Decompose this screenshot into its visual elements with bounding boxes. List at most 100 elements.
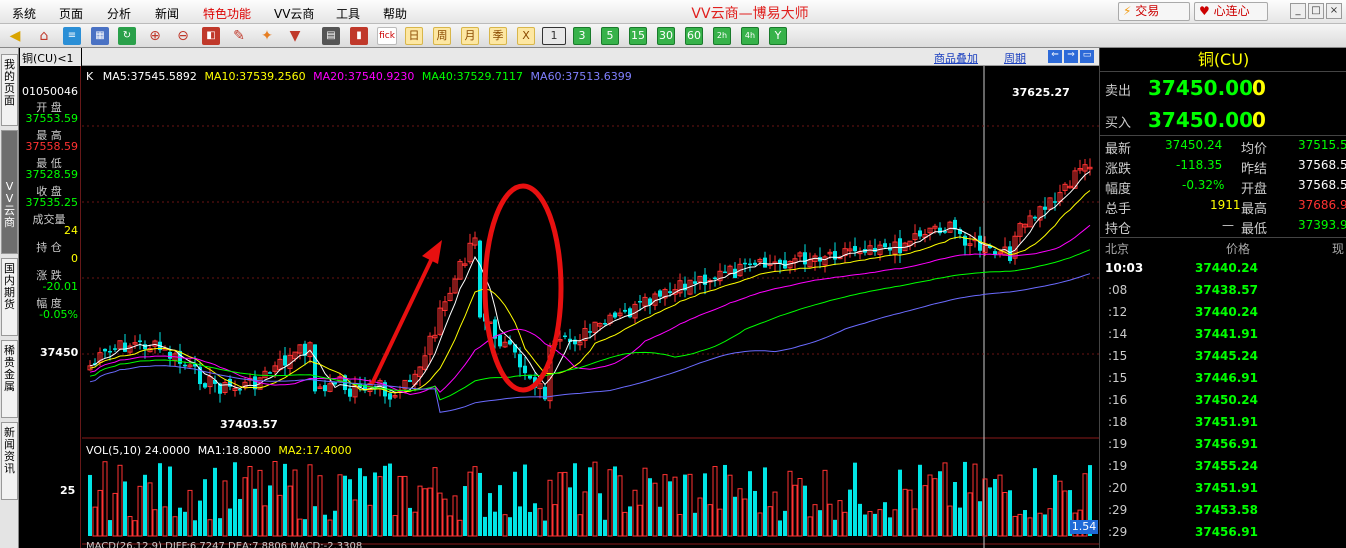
pen-icon[interactable]: ✎ bbox=[230, 27, 248, 45]
candle-body bbox=[498, 334, 502, 347]
tab-my-page[interactable]: 我的页面 bbox=[1, 54, 18, 126]
trade-button[interactable]: ⚡ 交易 bbox=[1118, 2, 1190, 21]
price-grid bbox=[82, 125, 1099, 355]
menu-help[interactable]: 帮助 bbox=[383, 5, 407, 22]
volume-bar bbox=[592, 461, 598, 537]
candle-body bbox=[918, 230, 922, 237]
table-icon[interactable]: ▤ bbox=[322, 27, 340, 45]
volume-bar bbox=[467, 471, 473, 537]
paint-icon[interactable]: ✦ bbox=[258, 27, 276, 45]
period-30m-button[interactable]: 30 bbox=[657, 27, 675, 45]
symbol-tab[interactable]: 铜(CU)<1分> bbox=[20, 48, 81, 81]
daily-button[interactable]: 日 bbox=[405, 27, 423, 45]
open-value: 37568.5 bbox=[1298, 178, 1346, 192]
refresh-icon[interactable]: ↻ bbox=[118, 27, 136, 45]
period-60m-button[interactable]: 60 bbox=[685, 27, 703, 45]
zoom-in-icon[interactable]: ⊕ bbox=[146, 27, 164, 45]
volume-bar bbox=[918, 464, 922, 536]
tick-row: :20 37451.91 bbox=[1100, 478, 1346, 500]
tab-news[interactable]: 新闻资讯 bbox=[1, 422, 18, 500]
menu-tools[interactable]: 工具 bbox=[336, 5, 360, 22]
kline-chart[interactable] bbox=[82, 66, 1099, 548]
candle-body bbox=[283, 355, 287, 366]
period-4h-button[interactable]: 4h bbox=[741, 27, 759, 45]
prev-label: 昨结 bbox=[1241, 162, 1268, 177]
weekly-button[interactable]: 周 bbox=[433, 27, 451, 45]
candle-body bbox=[938, 227, 942, 234]
grid-icon[interactable]: ▦ bbox=[91, 27, 109, 45]
volume-bar bbox=[488, 493, 492, 536]
x-button[interactable]: X bbox=[517, 27, 535, 45]
home-icon[interactable]: ⌂ bbox=[35, 27, 53, 45]
tick-time: :14 bbox=[1108, 327, 1128, 341]
tab-domestic-futures[interactable]: 国内期货 bbox=[1, 258, 18, 336]
volume-bar bbox=[867, 511, 873, 537]
period-2h-button[interactable]: 2h bbox=[713, 27, 731, 45]
sell-qty: 0 bbox=[1252, 76, 1266, 100]
back-arrow-icon[interactable]: ◀ bbox=[6, 27, 24, 45]
volume-bar bbox=[662, 474, 668, 537]
ma40-value: MA40:37529.7117 bbox=[421, 70, 524, 83]
candle-body bbox=[518, 354, 522, 368]
bar-info-panel: 铜(CU)<1分> 01050046 开 盘 37553.59 最 高 3755… bbox=[20, 48, 81, 548]
volume-bar bbox=[1017, 513, 1023, 537]
ma20-value: MA20:37540.9230 bbox=[313, 70, 415, 83]
zoom-out-icon[interactable]: ⊖ bbox=[174, 27, 192, 45]
hands-value: 1911 bbox=[1210, 198, 1241, 212]
change-value: -20.01 bbox=[42, 280, 78, 293]
volume-bar bbox=[277, 494, 283, 537]
volume-bar bbox=[283, 463, 287, 536]
window-icon[interactable]: ▭ bbox=[1080, 50, 1094, 63]
period-button[interactable]: 周期 bbox=[1004, 50, 1026, 66]
heart-connect-button[interactable]: ♥ 心连心 bbox=[1194, 2, 1268, 21]
period-1m-button[interactable]: 1 bbox=[542, 27, 566, 45]
period-5m-button[interactable]: 5 bbox=[601, 27, 619, 45]
period-15m-button[interactable]: 15 bbox=[629, 27, 647, 45]
volume-bar bbox=[557, 472, 563, 537]
tick-button[interactable]: fick bbox=[377, 27, 397, 45]
volume-bar bbox=[997, 474, 1003, 537]
volume-bar bbox=[922, 485, 928, 537]
volume-bar bbox=[562, 471, 568, 537]
volume-bar bbox=[1047, 508, 1053, 537]
period-3m-button[interactable]: 3 bbox=[573, 27, 591, 45]
tab-precious-metals[interactable]: 稀贵金属 bbox=[1, 340, 18, 418]
layers-icon[interactable]: ◧ bbox=[202, 27, 220, 45]
volume-bar bbox=[748, 471, 752, 536]
volume-bar bbox=[213, 467, 217, 536]
candle-body bbox=[803, 252, 807, 265]
menu-news[interactable]: 新闻 bbox=[155, 5, 179, 22]
volume-bar bbox=[422, 488, 428, 537]
menu-analysis[interactable]: 分析 bbox=[107, 5, 131, 22]
volume-bar bbox=[518, 506, 522, 536]
overlay-button[interactable]: 商品叠加 bbox=[934, 50, 978, 66]
volume-bar bbox=[292, 469, 298, 537]
candles-group bbox=[87, 158, 1093, 409]
filter-icon[interactable]: ▼ bbox=[286, 27, 304, 45]
candle-body bbox=[388, 393, 392, 400]
volume-bar bbox=[767, 506, 773, 537]
period-year-button[interactable]: Y bbox=[769, 27, 787, 45]
menu-features[interactable]: 特色功能 bbox=[203, 5, 251, 22]
volume-bar bbox=[888, 517, 892, 536]
chart-area[interactable]: 商品叠加 周期 ⇐ ⇒ ▭ K MA5:37545.5892 MA10:3753… bbox=[40, 48, 1099, 548]
menu-system[interactable]: 系统 bbox=[12, 5, 36, 22]
minimize-icon[interactable]: _ bbox=[1290, 3, 1306, 19]
candles-icon[interactable]: ▮ bbox=[350, 27, 368, 45]
list-icon[interactable]: ≡ bbox=[63, 27, 81, 45]
menu-vv[interactable]: VV云商 bbox=[274, 5, 314, 22]
menu-page[interactable]: 页面 bbox=[59, 5, 83, 22]
candle-body bbox=[613, 312, 617, 318]
left-arrow-icon[interactable]: ⇐ bbox=[1048, 50, 1062, 63]
volume-bar bbox=[723, 464, 727, 536]
volume-bar bbox=[528, 511, 532, 536]
highlight-circle bbox=[482, 183, 564, 393]
close-icon[interactable]: × bbox=[1326, 3, 1342, 19]
quarterly-button[interactable]: 季 bbox=[489, 27, 507, 45]
right-arrow-icon[interactable]: ⇒ bbox=[1064, 50, 1078, 63]
monthly-button[interactable]: 月 bbox=[461, 27, 479, 45]
tab-vv[interactable]: VV云商 bbox=[1, 130, 18, 254]
restore-icon[interactable]: □ bbox=[1308, 3, 1324, 19]
low-marker: 37403.57 bbox=[220, 418, 278, 431]
quote-title: 铜(CU) bbox=[1100, 48, 1346, 72]
